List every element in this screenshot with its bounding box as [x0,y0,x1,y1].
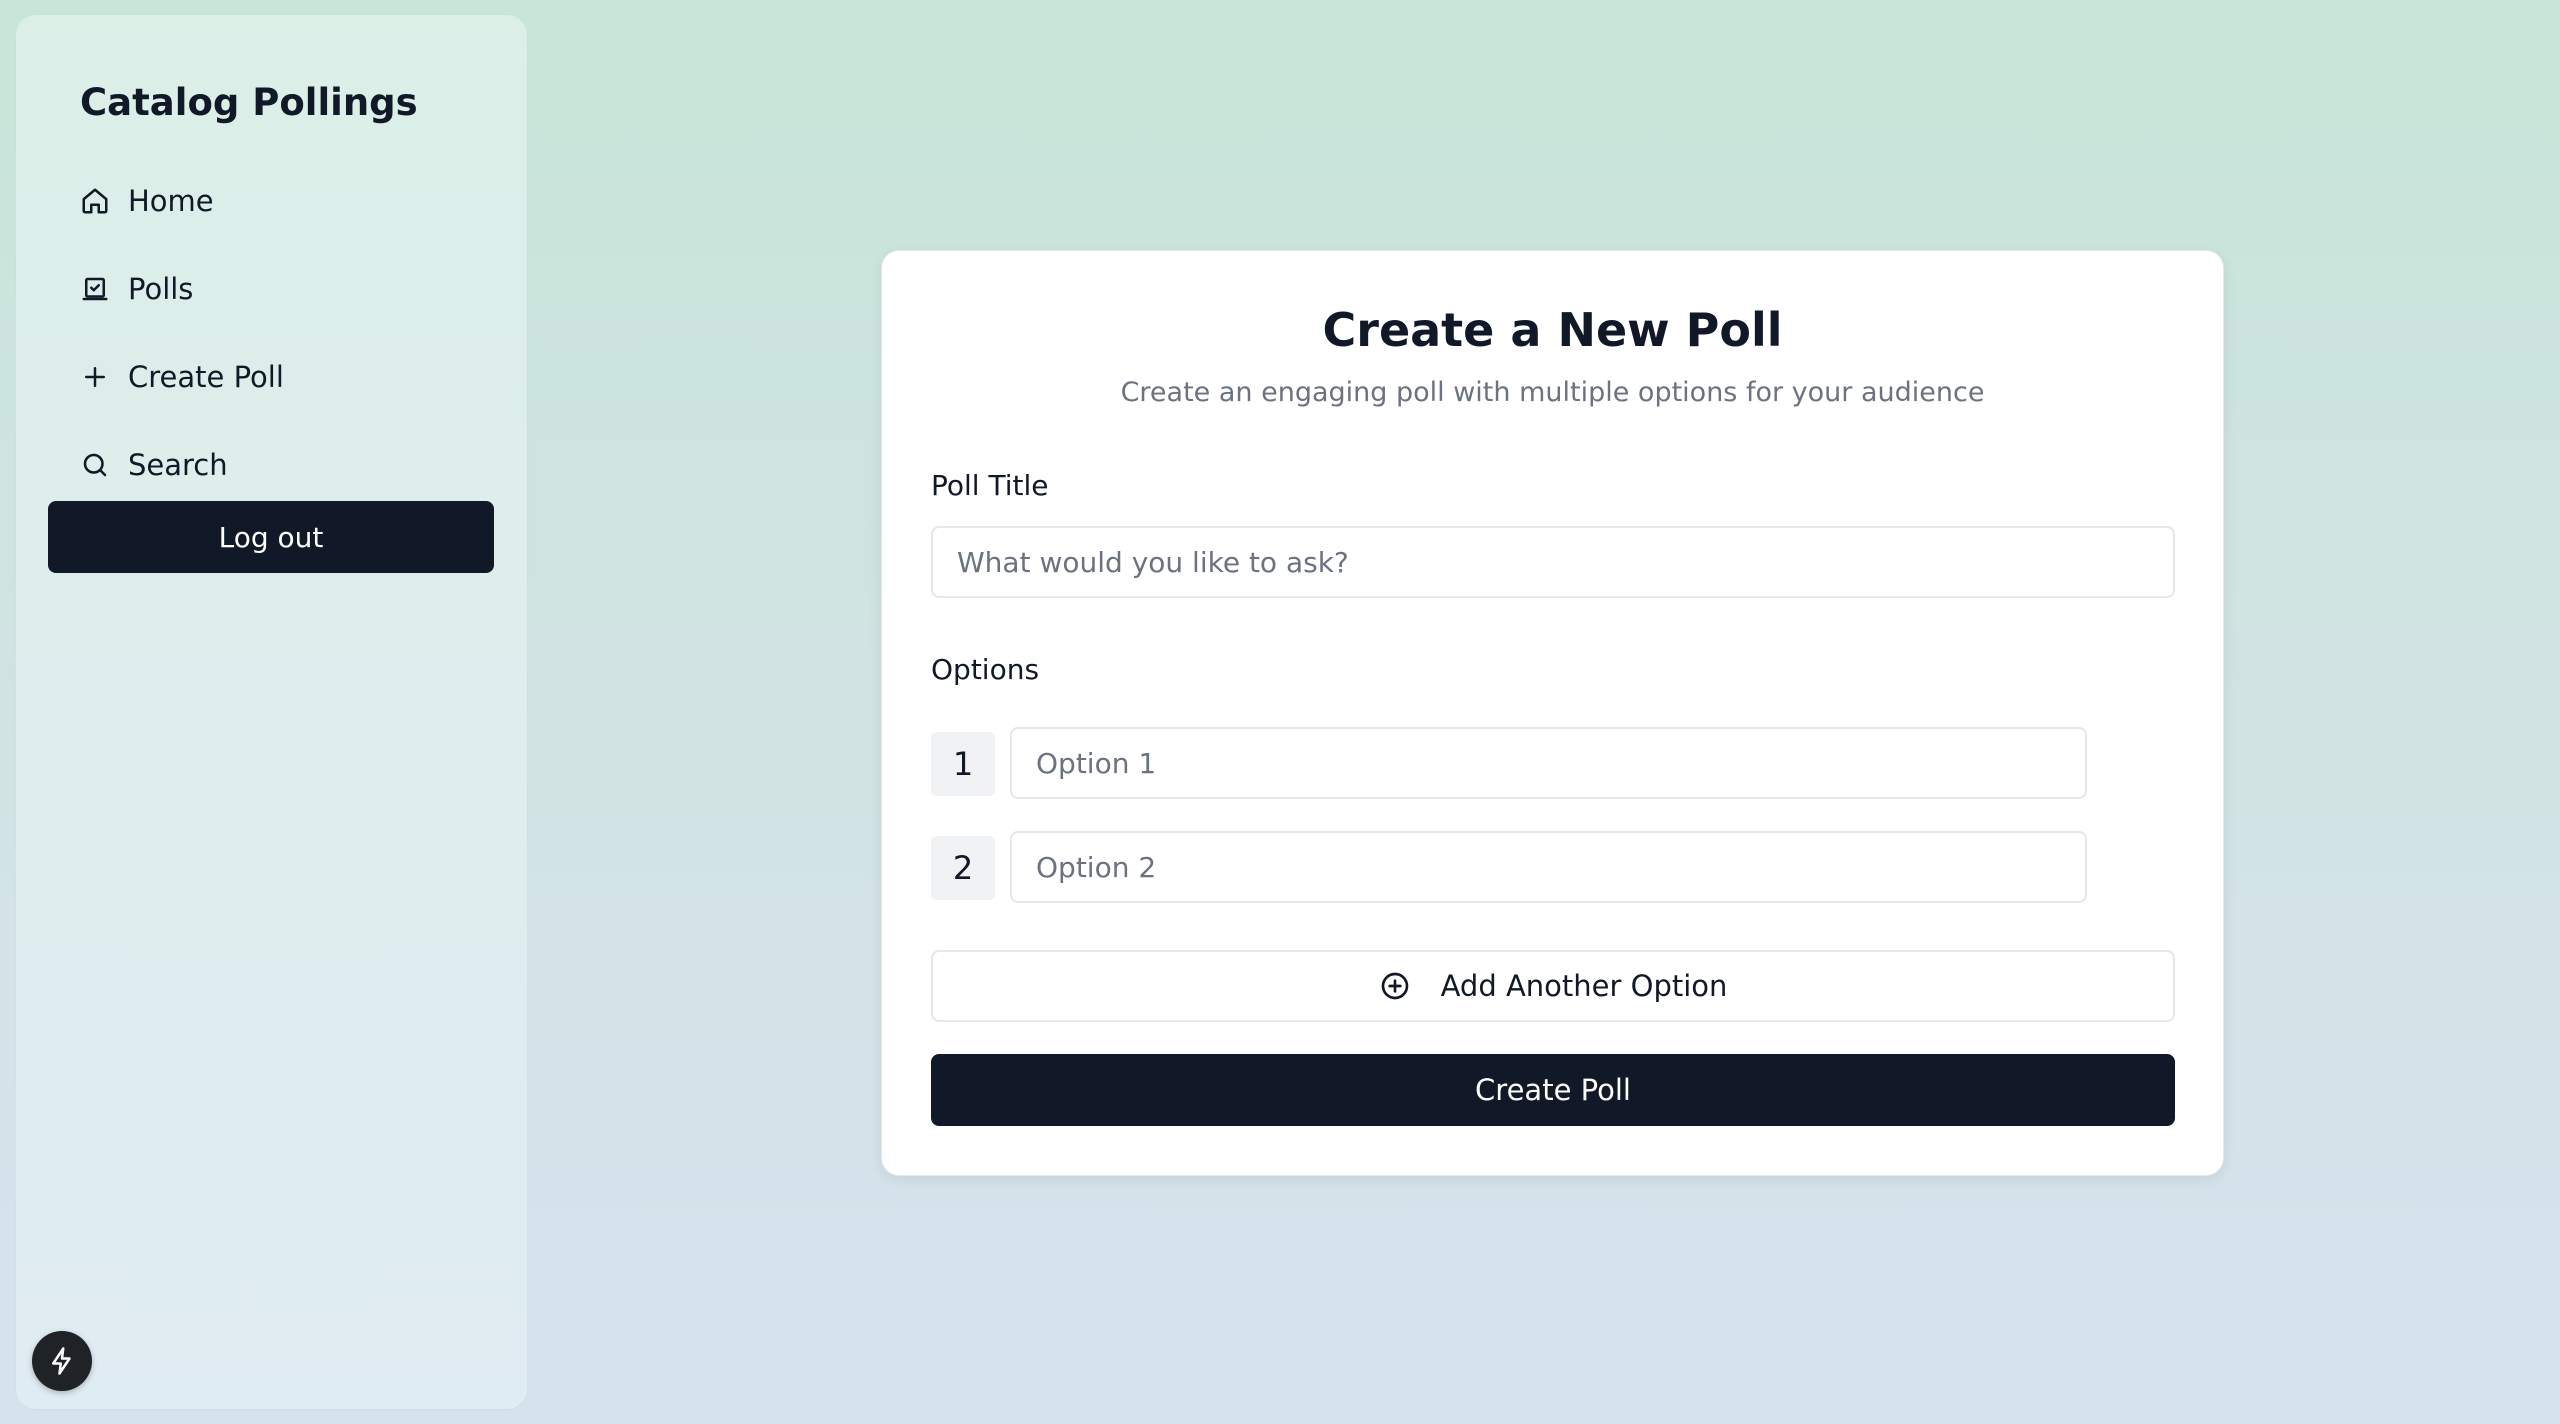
sidebar-item-search[interactable]: Search [80,435,228,495]
options-label: Options [931,653,1040,686]
option-1-input[interactable] [1010,727,2087,799]
poll-box-icon [80,274,110,304]
create-poll-card: Create a New Poll Create an engaging pol… [881,250,2224,1176]
sidebar: Catalog Pollings Home Polls Create Poll [16,15,527,1409]
poll-title-label: Poll Title [931,469,1049,502]
option-2-input[interactable] [1010,831,2087,903]
add-option-button[interactable]: Add Another Option [931,950,2175,1022]
sidebar-item-label: Home [128,184,214,218]
sidebar-item-create-poll[interactable]: Create Poll [80,347,284,407]
home-icon [80,186,110,216]
page-title: Create a New Poll [1322,303,1783,357]
option-number-badge: 1 [931,732,995,796]
plus-icon [80,362,110,392]
sidebar-item-label: Create Poll [128,360,284,394]
lightning-bolt-icon [47,1346,77,1376]
plus-circle-icon [1379,970,1411,1002]
sidebar-item-home[interactable]: Home [80,171,214,231]
page-subtitle: Create an engaging poll with multiple op… [1120,377,1985,408]
logout-button[interactable]: Log out [48,501,494,573]
search-icon [80,450,110,480]
option-number-badge: 2 [931,836,995,900]
poll-title-input[interactable] [931,526,2175,598]
app-title: Catalog Pollings [80,81,418,124]
sidebar-item-label: Search [128,448,228,482]
sidebar-item-polls[interactable]: Polls [80,259,193,319]
create-poll-button[interactable]: Create Poll [931,1054,2175,1126]
sidebar-item-label: Polls [128,272,194,306]
add-option-label: Add Another Option [1440,969,1728,1003]
lightning-bolt-button[interactable] [32,1331,92,1391]
